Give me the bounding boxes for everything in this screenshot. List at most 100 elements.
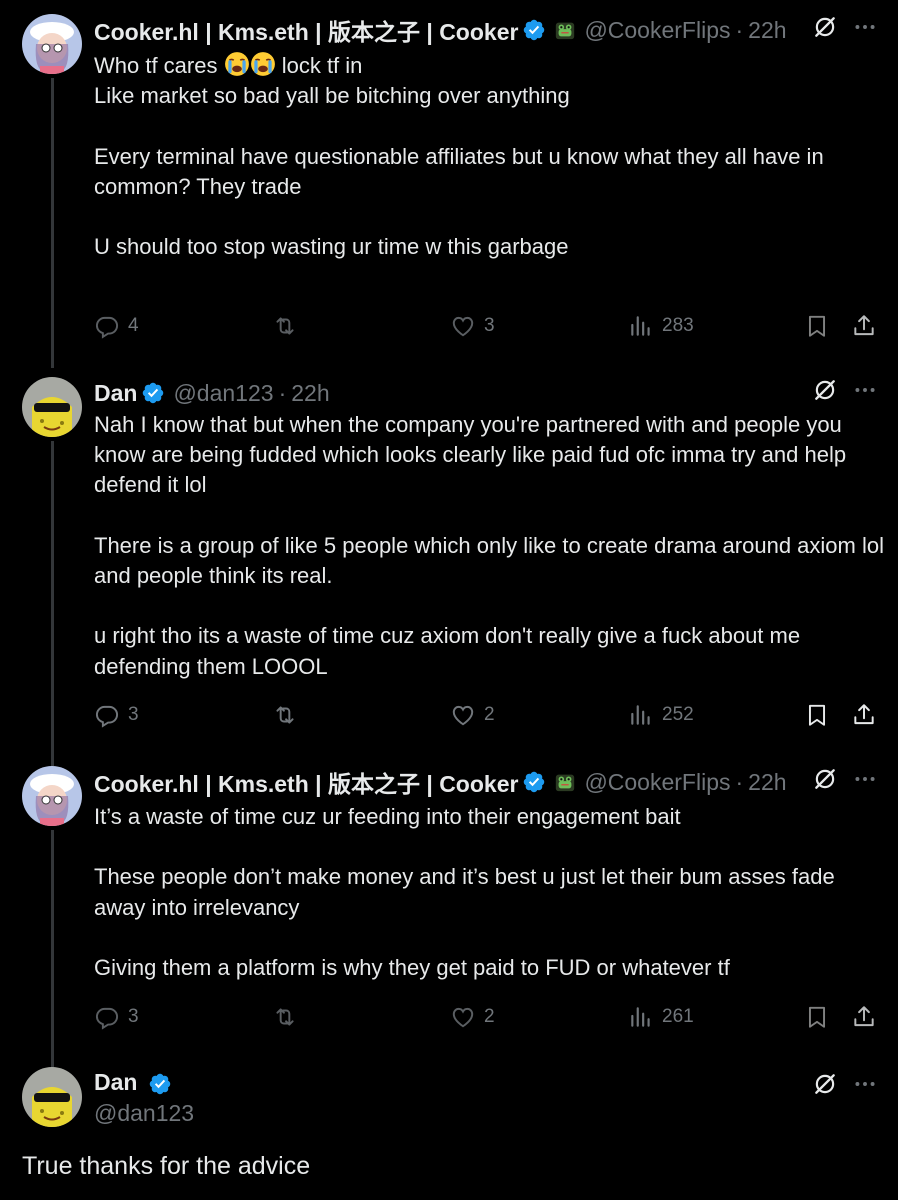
display-name[interactable]: Cooker.hl | Kms.eth | 版本之子 | Cooker — [94, 13, 518, 47]
tweet-header: Dan @dan123 · 22h — [94, 377, 330, 409]
timestamp[interactable]: 22h — [748, 17, 786, 44]
tweet-actions: 3 2 252 — [94, 702, 884, 730]
tweet-text: True thanks for the advice — [22, 1152, 311, 1180]
header-actions — [812, 14, 878, 40]
tweet-header: Cooker.hl | Kms.eth | 版本之子 | Cooker @Coo… — [94, 766, 787, 798]
crying-emoji-icon — [224, 51, 250, 77]
views-button[interactable]: 261 — [628, 1004, 694, 1030]
like-button[interactable]: 3 — [450, 313, 495, 339]
share-button[interactable] — [851, 1004, 877, 1035]
tweet-3[interactable]: Cooker.hl | Kms.eth | 版本之子 | Cooker @Coo… — [0, 752, 898, 1070]
separator-dot: · — [735, 16, 744, 43]
more-icon[interactable] — [852, 14, 878, 40]
tweet-actions: 4 3 283 — [94, 313, 884, 341]
cooker-avatar-image — [22, 766, 82, 826]
reply-button[interactable]: 4 — [94, 313, 139, 339]
view-count: 261 — [662, 1006, 694, 1027]
dan-avatar-image — [22, 377, 82, 437]
avatar[interactable] — [22, 1067, 82, 1127]
thread-line — [51, 830, 54, 1070]
header-actions — [812, 766, 878, 792]
separator-dot: · — [278, 379, 287, 406]
tweet-text-body: Like market so bad yall be bitching over… — [94, 83, 824, 260]
like-count: 3 — [484, 315, 495, 336]
view-count: 252 — [662, 704, 694, 725]
reply-button[interactable]: 3 — [94, 1004, 139, 1030]
bookmark-icon — [804, 1004, 830, 1030]
repost-icon — [272, 313, 298, 339]
more-icon[interactable] — [852, 377, 878, 403]
avatar[interactable] — [22, 14, 82, 74]
avatar[interactable] — [22, 377, 82, 437]
like-button[interactable]: 2 — [450, 702, 495, 728]
tweet-text-line: lock tf in — [275, 53, 363, 78]
repost-button[interactable] — [272, 702, 306, 728]
thread-line — [51, 78, 54, 368]
focused-tweet[interactable]: Dan @dan123 True thanks for the advice — [0, 1057, 898, 1200]
handle[interactable]: @CookerFlips — [584, 769, 730, 796]
handle[interactable]: @CookerFlips — [584, 17, 730, 44]
tweet-text: Who tf cares lock tf in Like market so b… — [94, 51, 884, 262]
avatar[interactable] — [22, 766, 82, 826]
views-icon — [628, 702, 654, 728]
verified-badge-icon[interactable] — [522, 18, 546, 42]
reply-button[interactable]: 3 — [94, 702, 139, 728]
grok-icon[interactable] — [812, 14, 838, 40]
share-icon — [851, 1004, 877, 1030]
header-actions — [812, 377, 878, 403]
grok-icon[interactable] — [812, 766, 838, 792]
repost-icon — [272, 702, 298, 728]
crying-emoji-icon — [250, 51, 276, 77]
views-icon — [628, 313, 654, 339]
display-name[interactable]: Dan — [94, 1069, 137, 1095]
like-icon — [450, 313, 476, 339]
like-button[interactable]: 2 — [450, 1004, 495, 1030]
display-name[interactable]: Cooker.hl | Kms.eth | 版本之子 | Cooker — [94, 765, 518, 799]
cooker-avatar-image — [22, 14, 82, 74]
tweet-1[interactable]: Cooker.hl | Kms.eth | 版本之子 | Cooker @Coo… — [0, 0, 898, 368]
grok-icon[interactable] — [812, 1071, 838, 1097]
repost-button[interactable] — [272, 313, 306, 339]
timestamp[interactable]: 22h — [748, 769, 786, 796]
views-icon — [628, 1004, 654, 1030]
reply-count: 3 — [128, 1006, 139, 1027]
like-count: 2 — [484, 1006, 495, 1027]
thread-line — [51, 441, 54, 766]
reply-count: 4 — [128, 315, 139, 336]
tweet-text: It’s a waste of time cuz ur feeding into… — [94, 804, 835, 981]
views-button[interactable]: 283 — [628, 313, 694, 339]
display-name[interactable]: Dan — [94, 380, 137, 407]
more-icon[interactable] — [852, 1071, 878, 1097]
tweet-actions: 3 2 261 — [94, 1004, 884, 1032]
share-icon — [851, 313, 877, 339]
frog-emoji-icon — [554, 19, 576, 41]
grok-icon[interactable] — [812, 377, 838, 403]
like-count: 2 — [484, 704, 495, 725]
share-icon — [851, 702, 877, 728]
more-icon[interactable] — [852, 766, 878, 792]
header-actions — [812, 1071, 878, 1097]
reply-icon — [94, 1004, 120, 1030]
dan-avatar-image — [22, 1067, 82, 1127]
repost-button[interactable] — [272, 1004, 306, 1030]
share-button[interactable] — [851, 702, 877, 733]
verified-badge-icon[interactable] — [141, 381, 165, 405]
bookmark-icon — [804, 702, 830, 728]
handle[interactable]: @dan123 — [173, 380, 273, 407]
view-count: 283 — [662, 315, 694, 336]
reply-count: 3 — [128, 704, 139, 725]
tweet-header: Dan @dan123 — [94, 1069, 194, 1127]
tweet-text-line: Who tf cares — [94, 53, 224, 78]
like-icon — [450, 1004, 476, 1030]
handle[interactable]: @dan123 — [94, 1100, 194, 1127]
verified-badge-icon[interactable] — [148, 1072, 172, 1096]
bookmark-button[interactable] — [804, 702, 830, 733]
bookmark-button[interactable] — [804, 313, 830, 344]
share-button[interactable] — [851, 313, 877, 344]
verified-badge-icon[interactable] — [522, 770, 546, 794]
bookmark-button[interactable] — [804, 1004, 830, 1035]
tweet-2[interactable]: Dan @dan123 · 22h Nah I know that but wh… — [0, 363, 898, 766]
views-button[interactable]: 252 — [628, 702, 694, 728]
bookmark-icon — [804, 313, 830, 339]
timestamp[interactable]: 22h — [291, 380, 329, 407]
